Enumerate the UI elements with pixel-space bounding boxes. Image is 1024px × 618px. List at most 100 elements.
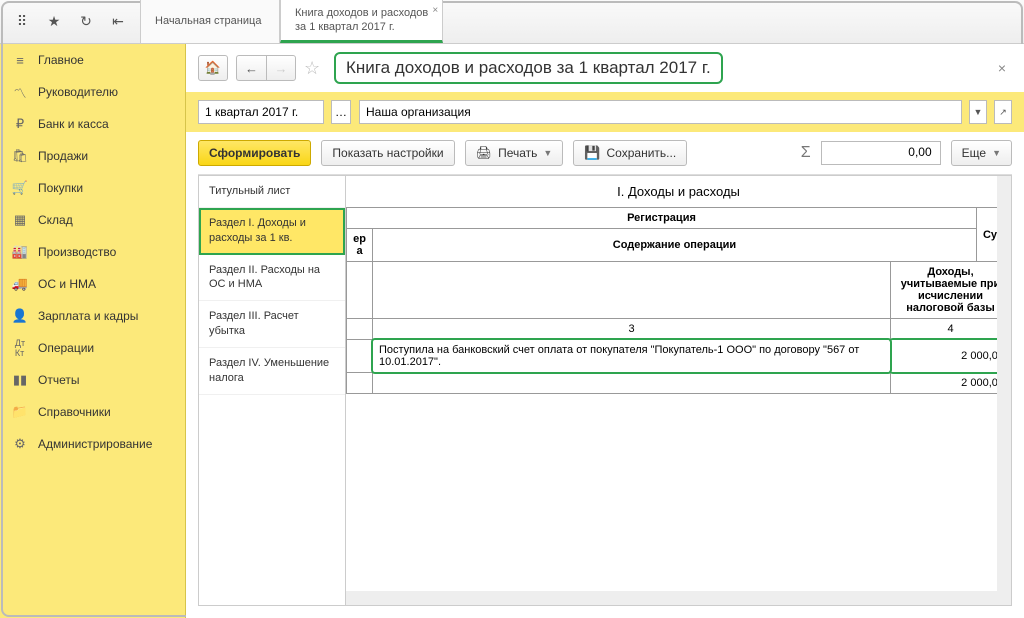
content: 🏠 ← → ☆ Книга доходов и расходов за 1 кв… (186, 44, 1024, 618)
sidebar-item-label: Склад (38, 213, 73, 227)
sidebar-item-main[interactable]: ≡ Главное (0, 44, 185, 76)
sidebar-item-label: Администрирование (38, 437, 152, 451)
sum-box: 0,00 (821, 141, 941, 165)
box-icon: ▦ (12, 212, 28, 228)
forward-button[interactable]: → (266, 55, 296, 81)
tab-label-2: за 1 квартал 2017 г. (295, 20, 428, 34)
sidebar-item-refs[interactable]: 📁 Справочники (0, 396, 185, 428)
sidebar-item-operations[interactable]: ДтКт Операции (0, 332, 185, 364)
tab-report[interactable]: Книга доходов и расходов за 1 квартал 20… (280, 0, 443, 43)
back-button[interactable]: ← (236, 55, 266, 81)
favorite-star-icon[interactable]: ☆ (304, 58, 326, 79)
org-open-button[interactable]: ↗ (994, 100, 1012, 124)
home-button[interactable]: 🏠 (198, 55, 228, 81)
button-label: Еще (962, 146, 986, 160)
section-1[interactable]: Раздел I. Доходы и расходы за 1 кв. (199, 208, 345, 255)
page-title: Книга доходов и расходов за 1 квартал 20… (334, 52, 723, 84)
back-icon[interactable]: ⇤ (104, 8, 132, 36)
truck-icon: 🚚 (12, 276, 28, 292)
sidebar-item-reports[interactable]: ▮▮ Отчеты (0, 364, 185, 396)
debit-icon: ДтКт (12, 340, 28, 356)
period-picker-button[interactable]: … (331, 100, 351, 124)
tab-label: Начальная страница (155, 14, 265, 28)
total-amount: 2 000,00 (891, 373, 1011, 394)
report-table-2: Доходы, учитываемые при исчислении налог… (346, 261, 1011, 394)
topbar-quick-icons: ⠿ ★ ↻ ⇤ (0, 0, 140, 43)
section-4[interactable]: Раздел IV. Уменьшение налога (199, 348, 345, 395)
button-label: Печать (498, 146, 537, 160)
more-button[interactable]: Еще ▼ (951, 140, 1012, 166)
scrollbar-vertical[interactable] (997, 176, 1011, 605)
sidebar-item-label: Зарплата и кадры (38, 309, 138, 323)
sidebar-item-production[interactable]: 🏭Производство (0, 236, 185, 268)
save-button[interactable]: 💾 Сохранить... (573, 140, 687, 166)
person-icon: 👤 (12, 308, 28, 324)
history-icon[interactable]: ↻ (72, 8, 100, 36)
period-field[interactable]: 1 квартал 2017 г. (198, 100, 324, 124)
scrollbar-horizontal[interactable] (346, 591, 997, 605)
sidebar-item-label: Продажи (38, 149, 88, 163)
chevron-down-icon: ▼ (543, 148, 552, 158)
factory-icon: 🏭 (12, 244, 28, 260)
org-field[interactable]: Наша организация (359, 100, 962, 124)
sidebar-item-label: Покупки (38, 181, 83, 195)
col-income: Доходы, учитываемые при исчислении налог… (891, 262, 1011, 319)
apps-icon[interactable]: ⠿ (8, 8, 36, 36)
sidebar-item-manager[interactable]: 〽 Руководителю (0, 76, 185, 108)
gear-icon: ⚙ (12, 436, 28, 452)
close-icon[interactable]: × (992, 60, 1012, 76)
bag-icon: 🛍 (12, 148, 28, 164)
workarea: Титульный лист Раздел I. Доходы и расход… (198, 174, 1012, 606)
close-icon[interactable]: × (432, 4, 438, 17)
tab-label-1: Книга доходов и расходов (295, 6, 428, 20)
sidebar-item-label: Банк и касса (38, 117, 109, 131)
show-settings-button[interactable]: Показать настройки (321, 140, 454, 166)
menu-icon: ≡ (12, 52, 28, 68)
button-label: Сохранить... (607, 146, 677, 160)
sidebar-item-label: ОС и НМА (38, 277, 96, 291)
col-content: Содержание операции (373, 229, 977, 262)
toolbar: Сформировать Показать настройки 🖨 Печать ▼… (186, 132, 1024, 174)
sections-list: Титульный лист Раздел I. Доходы и расход… (198, 175, 346, 606)
col-n3: 3 (373, 319, 891, 340)
sidebar-item-label: Операции (38, 341, 94, 355)
sidebar-item-label: Главное (38, 53, 84, 67)
filterbar: 1 квартал 2017 г. … Наша организация ▼ ↗ (186, 92, 1024, 132)
sidebar-item-label: Руководителю (38, 85, 118, 99)
sidebar-item-sales[interactable]: 🛍 Продажи (0, 140, 185, 172)
org-dropdown-button[interactable]: ▼ (969, 100, 987, 124)
col-n4: 4 (891, 319, 1011, 340)
sidebar-item-label: Отчеты (38, 373, 79, 387)
sidebar-item-warehouse[interactable]: ▦ Склад (0, 204, 185, 236)
disk-icon: 💾 (584, 145, 600, 161)
sidebar-item-assets[interactable]: 🚚 ОС и НМА (0, 268, 185, 300)
sidebar-item-bank[interactable]: ₽ Банк и касса (0, 108, 185, 140)
bars-icon: ▮▮ (12, 372, 28, 388)
col-num: ер а (347, 229, 373, 262)
folder-icon: 📁 (12, 404, 28, 420)
sigma-icon: Σ (801, 144, 811, 162)
chart-icon: 〽 (12, 84, 28, 100)
sidebar-item-hr[interactable]: 👤 Зарплата и кадры (0, 300, 185, 332)
print-button[interactable]: 🖨 Печать ▼ (465, 140, 564, 166)
section-3[interactable]: Раздел III. Расчет убытка (199, 301, 345, 348)
report-title: I. Доходы и расходы (346, 176, 1011, 207)
generate-button[interactable]: Сформировать (198, 140, 311, 166)
printer-icon: 🖨 (476, 145, 493, 161)
cart-icon: 🛒 (12, 180, 28, 196)
tab-home[interactable]: Начальная страница (140, 0, 280, 43)
sidebar: ≡ Главное 〽 Руководителю ₽ Банк и касса 🛍 Пр… (0, 44, 186, 618)
report-area[interactable]: I. Доходы и расходы Регистрация Сум ер а… (346, 175, 1012, 606)
sidebar-item-label: Справочники (38, 405, 111, 419)
col-registration: Регистрация (347, 208, 977, 229)
section-2[interactable]: Раздел II. Расходы на ОС и НМА (199, 255, 345, 302)
sidebar-item-purchases[interactable]: 🛒 Покупки (0, 172, 185, 204)
titlebar: 🏠 ← → ☆ Книга доходов и расходов за 1 кв… (186, 44, 1024, 92)
topbar: ⠿ ★ ↻ ⇤ Начальная страница Книга доходов… (0, 0, 1024, 44)
section-title-page[interactable]: Титульный лист (199, 176, 345, 208)
chevron-down-icon: ▼ (992, 148, 1001, 158)
row-description: Поступила на банковский счет оплата от п… (379, 344, 859, 368)
star-icon[interactable]: ★ (40, 8, 68, 36)
ruble-icon: ₽ (12, 116, 28, 132)
sidebar-item-admin[interactable]: ⚙ Администрирование (0, 428, 185, 460)
